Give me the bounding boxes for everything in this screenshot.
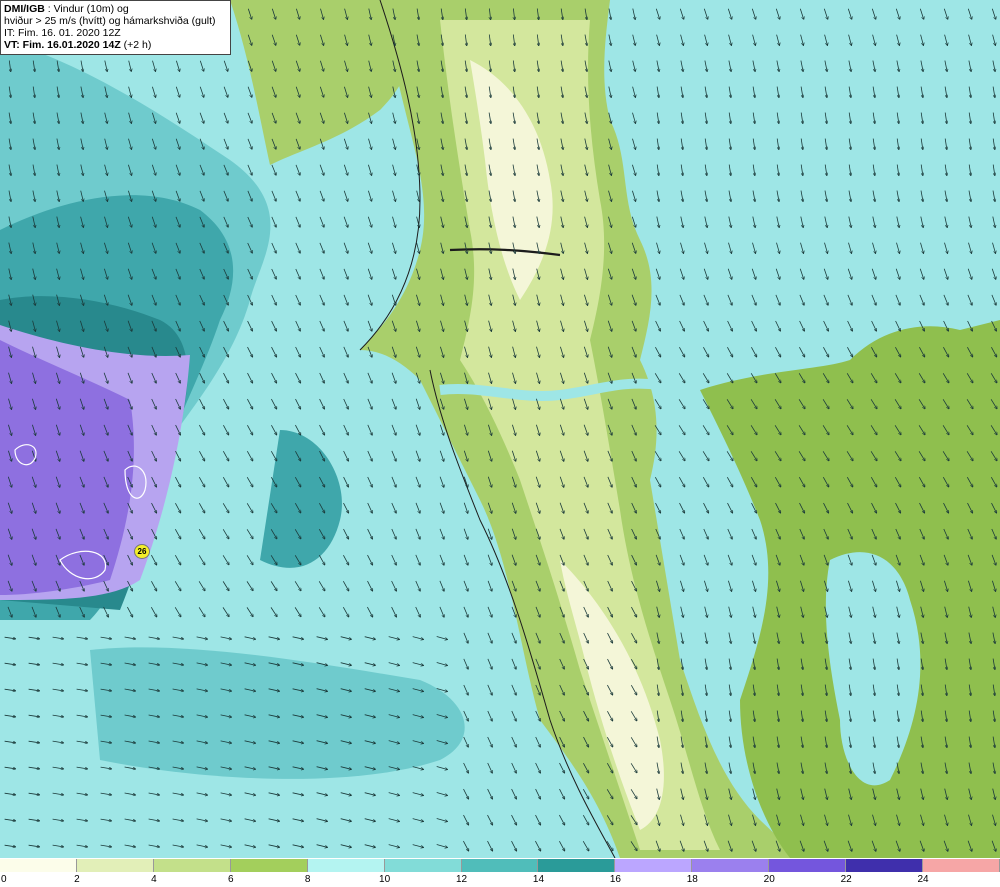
legend-swatch bbox=[846, 859, 924, 872]
legend-swatch bbox=[384, 859, 462, 872]
legend-swatch bbox=[0, 859, 77, 872]
product-label: : Vindur (10m) og bbox=[44, 3, 129, 15]
wind-map[interactable]: 26 bbox=[0, 0, 1000, 858]
legend-swatch bbox=[307, 859, 385, 872]
legend-swatch bbox=[230, 859, 308, 872]
info-line-1: DMI/IGB : Vindur (10m) og bbox=[4, 3, 226, 15]
legend-swatch bbox=[538, 859, 616, 872]
legend-swatch bbox=[153, 859, 231, 872]
legend-tick: 16 bbox=[609, 874, 621, 885]
legend-tick: 2 bbox=[74, 874, 80, 885]
legend-tick: 14 bbox=[532, 874, 545, 885]
legend-tick: 12 bbox=[455, 874, 468, 885]
legend-swatch bbox=[615, 859, 693, 872]
legend-tick: 6 bbox=[227, 874, 234, 885]
source-label: DMI/IGB bbox=[4, 3, 45, 15]
max-gust-marker: 26 bbox=[134, 544, 150, 559]
legend-swatch bbox=[769, 859, 847, 872]
legend-tick: 22 bbox=[840, 874, 852, 885]
legend-swatch bbox=[692, 859, 770, 872]
legend-tick: 0 bbox=[1, 874, 7, 885]
legend-color-bar bbox=[0, 859, 1000, 872]
legend-tick: 18 bbox=[686, 874, 698, 885]
wind-speed-legend: 0 2 4 6 8 10 12 14 16 18 20 22 24 bbox=[0, 858, 1000, 887]
legend-swatch bbox=[76, 859, 154, 872]
legend-tick: 20 bbox=[763, 874, 775, 885]
legend-swatch bbox=[461, 859, 539, 872]
legend-ticks: 0 2 4 6 8 10 12 14 16 18 20 22 24 bbox=[0, 873, 1000, 887]
legend-swatch bbox=[923, 859, 1000, 872]
info-line-2: hviður > 25 m/s (hvítt) og hámarkshviða … bbox=[4, 15, 216, 27]
info-line-3: IT: Fim. 16. 01. 2020 12Z bbox=[4, 27, 121, 39]
legend-tick: 10 bbox=[379, 874, 391, 885]
legend-tick: 4 bbox=[151, 874, 157, 885]
map-info-box: DMI/IGB : Vindur (10m) og hviður > 25 m/… bbox=[0, 0, 231, 55]
valid-time-label: VT: Fim. 16.01.2020 14Z bbox=[4, 39, 121, 51]
legend-tick: 8 bbox=[304, 874, 311, 885]
legend-tick: 24 bbox=[917, 874, 929, 885]
map-graphic bbox=[0, 0, 1000, 858]
lead-time-label: (+2 h) bbox=[120, 39, 152, 51]
info-line-4: VT: Fim. 16.01.2020 14Z (+2 h) bbox=[4, 39, 226, 51]
